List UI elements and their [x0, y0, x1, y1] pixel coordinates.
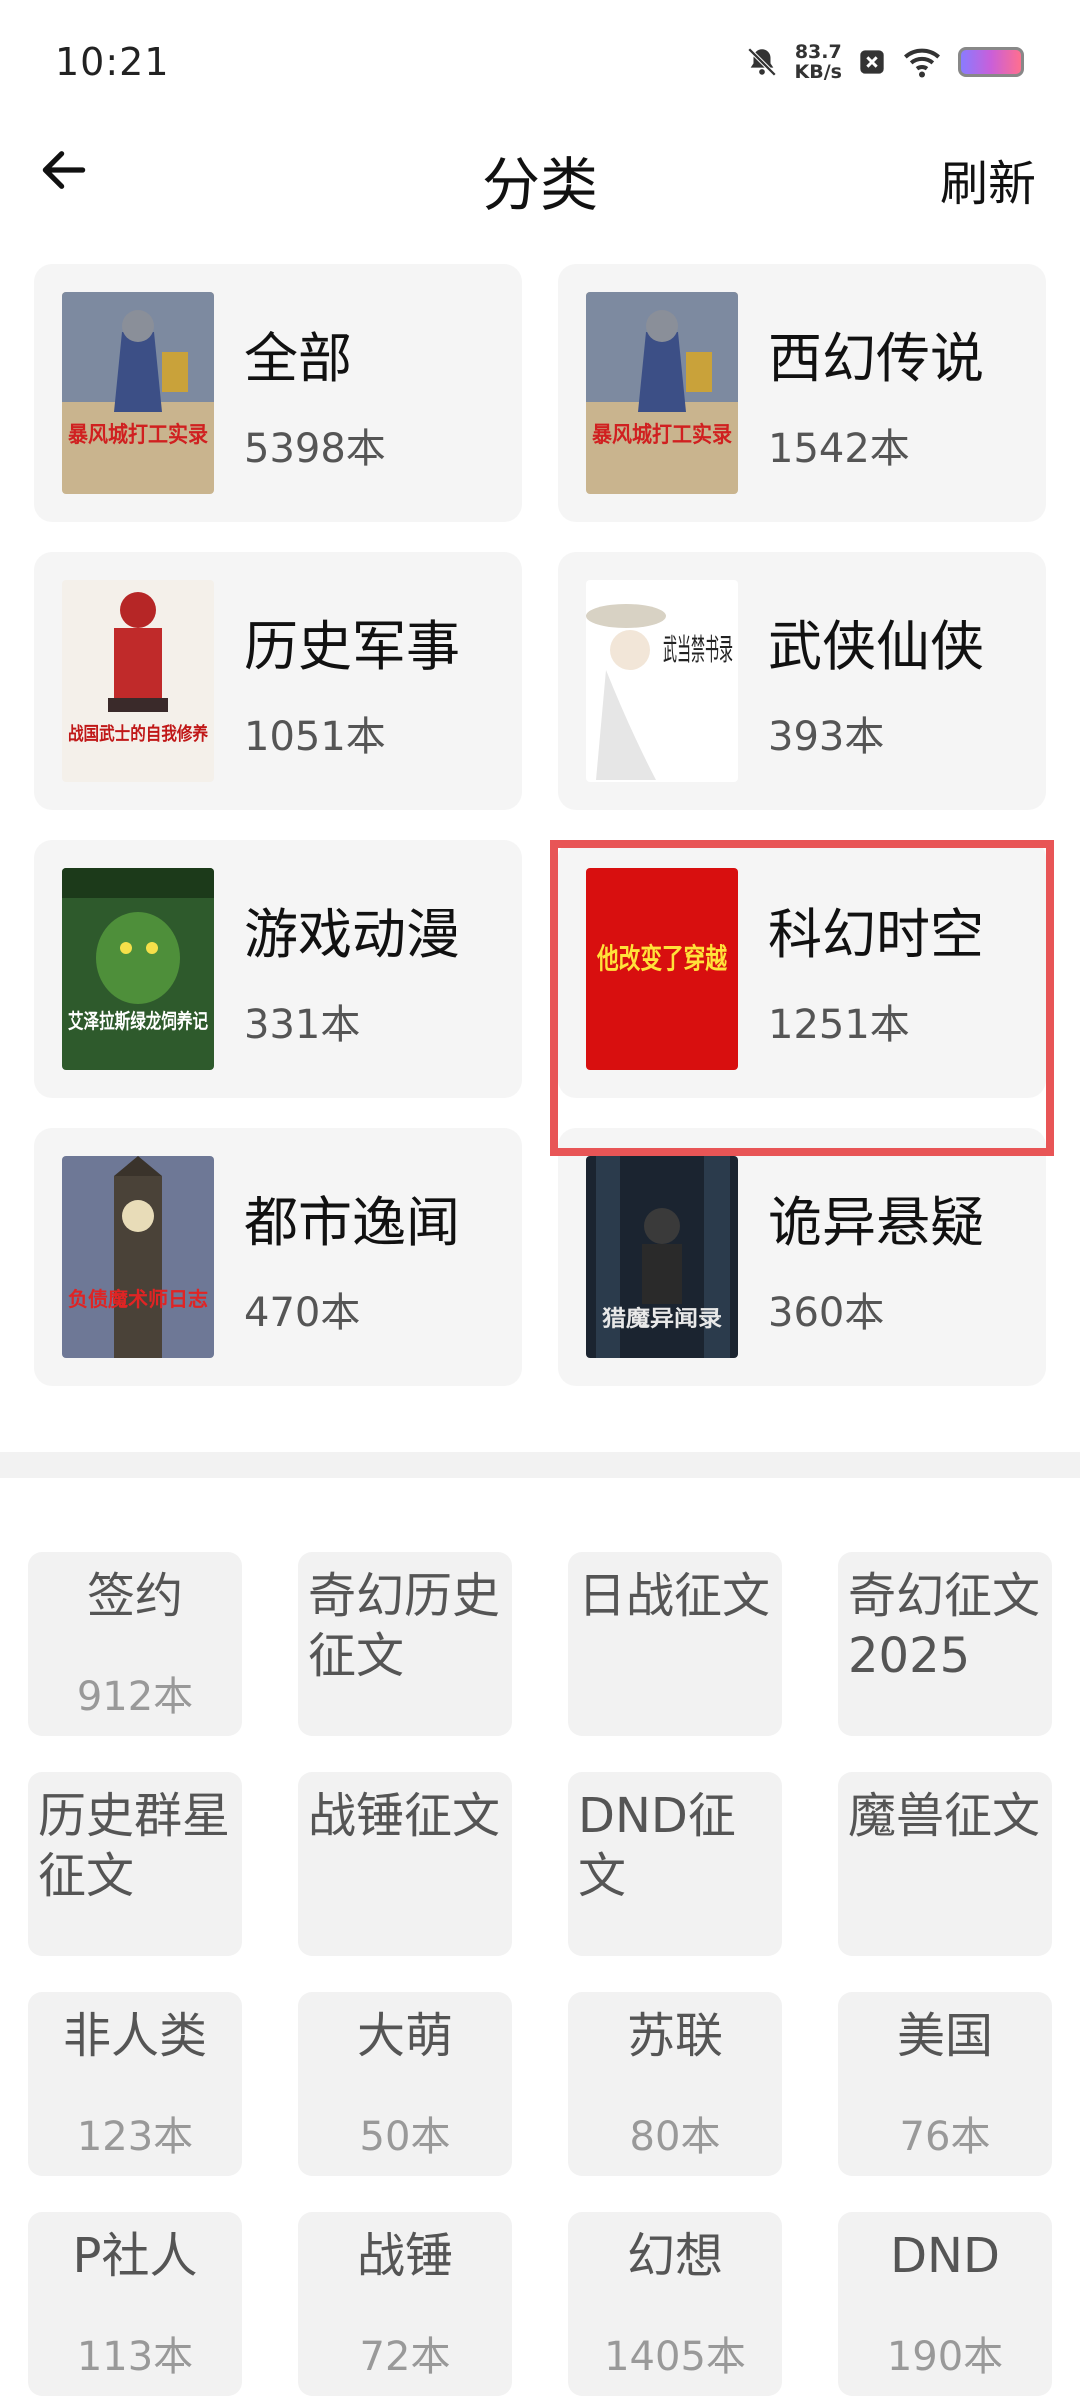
category-name: 西幻传说: [768, 327, 984, 390]
category-name: 诡异悬疑: [768, 1191, 984, 1254]
app-header: 分类 刷新: [0, 120, 1080, 220]
refresh-button[interactable]: 刷新: [940, 144, 1036, 214]
battery-icon: [958, 47, 1024, 77]
tag-item[interactable]: 魔兽征文: [838, 1772, 1052, 1956]
book-cover: 艾泽拉斯绿龙饲养记: [62, 868, 214, 1070]
category-count: 393本: [768, 714, 885, 760]
tag-count: 113本: [76, 2334, 194, 2380]
tag-name: 非人类: [62, 2008, 207, 2064]
book-cover: 猎魔异闻录: [586, 1156, 738, 1358]
book-cover: 战国武士的自我修养: [62, 580, 214, 782]
selection-highlight: [550, 840, 1054, 1156]
page-title: 分类: [481, 151, 598, 219]
tag-name: P社人: [72, 2228, 198, 2284]
tag-name: 苏联: [626, 2008, 723, 2064]
tag-item[interactable]: 奇幻历史征文: [298, 1552, 512, 1736]
category-count: 360本: [768, 1290, 885, 1336]
tag-item[interactable]: 日战征文: [568, 1552, 782, 1736]
tag-count: 190本: [886, 2334, 1004, 2380]
tag-count: 1405本: [604, 2334, 746, 2380]
tag-name: 魔兽征文: [848, 1788, 1041, 1844]
cover-title: 战国武士的自我修养: [68, 723, 209, 744]
cover-title: 武当禁书录: [663, 633, 733, 668]
category-name: 全部: [244, 327, 352, 390]
tag-item[interactable]: 战锤征文: [298, 1772, 512, 1956]
category-card-games-anime[interactable]: 艾泽拉斯绿龙饲养记 游戏动漫 331本: [34, 840, 522, 1098]
cover-title: 暴风城打工实录: [67, 422, 208, 447]
category-count: 1051本: [244, 714, 386, 760]
tag-count: 72本: [359, 2334, 451, 2380]
tag-item[interactable]: DND 190本: [838, 2212, 1052, 2396]
tag-count: 76本: [899, 2114, 991, 2160]
tag-count: 912本: [76, 1674, 194, 1720]
network-speed-value: 83.7: [794, 41, 842, 63]
tag-count: 123本: [76, 2114, 194, 2160]
status-bar: 10:21 83.7 KB/s: [0, 0, 1080, 120]
tag-item[interactable]: 大萌 50本: [298, 1992, 512, 2176]
category-count: 331本: [244, 1002, 361, 1048]
category-name: 历史军事: [244, 615, 460, 678]
tag-item[interactable]: 战锤 72本: [298, 2212, 512, 2396]
tag-name: 历史群星征文: [38, 1788, 231, 1904]
network-speed: 83.7 KB/s: [795, 42, 842, 82]
tag-item[interactable]: DND征文: [568, 1772, 782, 1956]
category-card-mystery[interactable]: 猎魔异闻录 诡异悬疑 360本: [558, 1128, 1046, 1386]
tag-name: 幻想: [626, 2228, 723, 2284]
book-cover: 暴风城打工实录: [62, 292, 214, 494]
section-divider: [0, 1452, 1080, 1478]
category-count: 470本: [244, 1290, 361, 1336]
category-count: 1542本: [768, 426, 910, 472]
tag-count: 80本: [629, 2114, 721, 2160]
tag-name: 奇幻征文2025: [848, 1568, 1041, 1684]
tag-name: 大萌: [356, 2008, 453, 2064]
cover-title: 暴风城打工实录: [591, 422, 732, 447]
tag-name: DND: [890, 2228, 1000, 2284]
tag-name: 奇幻历史征文: [308, 1568, 501, 1684]
tag-name: 签约: [86, 1568, 183, 1624]
tag-name: 战锤征文: [308, 1788, 501, 1844]
tag-name: 战锤: [356, 2228, 453, 2284]
tag-item[interactable]: P社人 113本: [28, 2212, 242, 2396]
category-name: 游戏动漫: [244, 903, 460, 966]
status-icons: 83.7 KB/s: [745, 40, 1024, 84]
close-box-icon: [860, 50, 884, 74]
category-card-wuxia[interactable]: 武当禁书录 武侠仙侠 393本: [558, 552, 1046, 810]
tag-item[interactable]: 苏联 80本: [568, 1992, 782, 2176]
category-card-all[interactable]: 暴风城打工实录 全部 5398本: [34, 264, 522, 522]
cover-title: 负债魔术师日志: [68, 1287, 208, 1311]
category-card-western-fantasy[interactable]: 暴风城打工实录 西幻传说 1542本: [558, 264, 1046, 522]
status-time: 10:21: [55, 40, 170, 84]
tag-item[interactable]: 美国 76本: [838, 1992, 1052, 2176]
category-count: 5398本: [244, 426, 386, 472]
tag-name: 日战征文: [578, 1568, 771, 1624]
cover-title: 艾泽拉斯绿龙饲养记: [68, 1009, 208, 1033]
category-card-history-military[interactable]: 战国武士的自我修养 历史军事 1051本: [34, 552, 522, 810]
tag-item[interactable]: 非人类 123本: [28, 1992, 242, 2176]
wifi-icon: [904, 48, 940, 78]
category-name: 都市逸闻: [244, 1191, 460, 1254]
tag-item[interactable]: 奇幻征文2025: [838, 1552, 1052, 1736]
book-cover: 负债魔术师日志: [62, 1156, 214, 1358]
tag-count: 50本: [359, 2114, 451, 2160]
book-cover: 暴风城打工实录: [586, 292, 738, 494]
tag-item[interactable]: 历史群星征文: [28, 1772, 242, 1956]
category-name: 武侠仙侠: [768, 615, 984, 678]
mute-bell-icon: [747, 47, 776, 77]
tag-name: DND征文: [578, 1788, 736, 1904]
network-speed-unit: KB/s: [794, 61, 842, 83]
category-card-urban[interactable]: 负债魔术师日志 都市逸闻 470本: [34, 1128, 522, 1386]
tag-item[interactable]: 签约 912本: [28, 1552, 242, 1736]
tag-item[interactable]: 幻想 1405本: [568, 2212, 782, 2396]
tag-name: 美国: [896, 2008, 993, 2064]
book-cover: 武当禁书录: [586, 580, 738, 782]
cover-title: 猎魔异闻录: [602, 1306, 722, 1331]
